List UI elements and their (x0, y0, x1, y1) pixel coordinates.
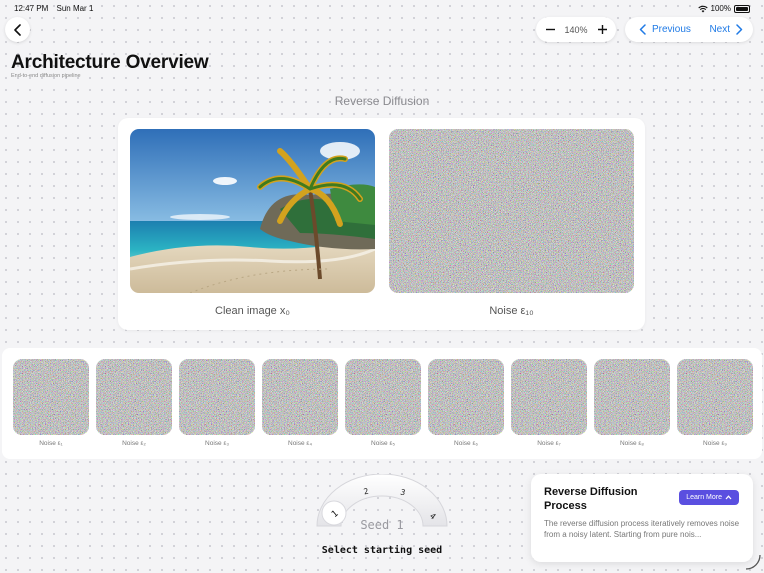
chevron-left-icon (13, 23, 21, 36)
noise-steps-strip: Noise ε₁ Noise ε₂ Noise ε₃ Noise ε₄ Nois… (2, 348, 762, 459)
zoom-out-button[interactable] (544, 24, 556, 36)
back-button[interactable] (5, 17, 30, 42)
info-title: Reverse Diffusion Process (544, 486, 638, 512)
status-bar: 12:47 PM Sun Mar 1 100% (14, 4, 750, 16)
chevron-left-icon (639, 24, 646, 35)
noise-thumbnail[interactable] (511, 359, 587, 435)
zoom-control: 140% (536, 17, 616, 42)
learn-more-label: Learn More (686, 494, 722, 501)
noise-thumbnail[interactable] (677, 359, 753, 435)
wifi-icon (697, 5, 708, 12)
zoom-in-button[interactable] (596, 24, 608, 36)
noise-thumbnail[interactable] (345, 359, 421, 435)
next-label: Next (709, 24, 730, 35)
resize-handle-icon[interactable] (744, 553, 762, 571)
noise-thumbnail[interactable] (96, 359, 172, 435)
seed-caption: Select starting seed (321, 545, 443, 556)
next-button[interactable]: Next (709, 24, 743, 35)
noise-thumbnail[interactable] (594, 359, 670, 435)
noise-thumbnail-label: Noise ε₇ (537, 440, 561, 447)
noise-thumbnail[interactable] (262, 359, 338, 435)
section-title: Reverse Diffusion (334, 94, 430, 108)
dial-center-label: Seed 1 (360, 518, 403, 532)
info-body: The reverse diffusion process iterativel… (544, 519, 740, 539)
noise-thumbnail-label: Noise ε₆ (454, 440, 478, 447)
battery-percent: 100% (710, 4, 731, 13)
noise-thumbnail[interactable] (13, 359, 89, 435)
noise-thumbnail-label: Noise ε₃ (205, 440, 229, 447)
clean-image-caption: Clean image x₀ (215, 305, 290, 317)
zoom-level: 140% (564, 24, 588, 35)
noise-thumbnail-label: Noise ε₄ (288, 440, 312, 447)
noise-texture (389, 129, 634, 293)
beach-illustration (130, 129, 375, 293)
noise-thumbnail-label: Noise ε₁ (39, 440, 63, 447)
status-date: Sun Mar 1 (56, 4, 94, 13)
previous-button[interactable]: Previous (639, 24, 691, 35)
page-title: Architecture Overview (11, 52, 209, 73)
diffusion-card: Clean image x₀ Noise ε₁₀ (118, 118, 645, 330)
page-subtitle: End-to-end diffusion pipeline (11, 73, 81, 79)
previous-label: Previous (652, 24, 691, 35)
learn-more-button[interactable]: Learn More (679, 490, 739, 505)
info-card: Reverse Diffusion Process Learn More The… (531, 474, 753, 562)
noise-thumbnail-label: Noise ε₂ (122, 440, 146, 447)
minus-icon (545, 28, 555, 31)
chevron-right-icon (736, 24, 743, 35)
noise-thumbnail-label: Noise ε₅ (371, 440, 395, 447)
noise-thumbnail[interactable] (179, 359, 255, 435)
noise-image-caption: Noise ε₁₀ (489, 305, 534, 317)
status-time: 12:47 PM (14, 4, 49, 13)
clean-image (130, 129, 375, 293)
noise-thumbnail[interactable] (428, 359, 504, 435)
noise-thumbnail-label: Noise ε₉ (703, 440, 727, 447)
plus-icon (597, 25, 607, 34)
noise-image (389, 129, 634, 293)
page-navigation: Previous Next (625, 17, 753, 42)
chevron-up-icon (725, 495, 732, 500)
battery-icon (734, 4, 750, 13)
noise-thumbnail-label: Noise ε₈ (619, 440, 645, 447)
